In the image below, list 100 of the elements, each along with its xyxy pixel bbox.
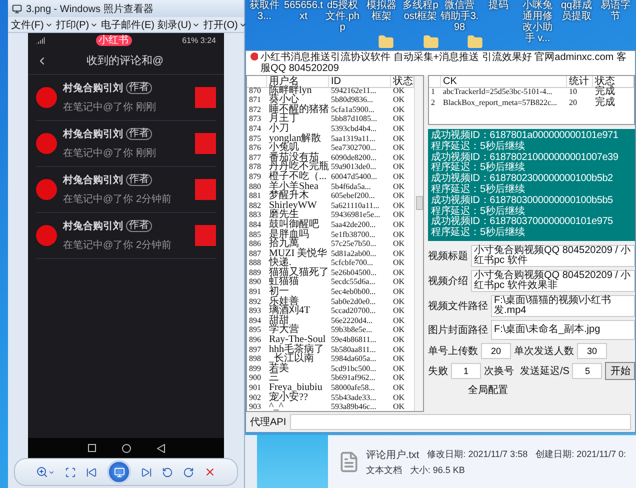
menu-item[interactable]: 刻录(U) bbox=[157, 18, 200, 32]
table-cell-text: 605ebef200... bbox=[330, 191, 376, 201]
table-cell-text: 5ea7302700... bbox=[330, 143, 378, 153]
desktop-icon-label[interactable]: 微信营销助手3.98 bbox=[440, 0, 479, 44]
table-cell-text: OK bbox=[392, 172, 406, 182]
table-cell-text: OK bbox=[392, 182, 406, 192]
table-cell-text: yonglan解散 bbox=[268, 134, 322, 144]
table-cell-text: 5cd91bc500... bbox=[330, 364, 378, 374]
table-cell-text: 5aa42de200... bbox=[330, 220, 377, 230]
table-cell-text: ShirleyWW bbox=[268, 200, 318, 210]
row-number: 871 bbox=[248, 95, 262, 105]
table-cell-text: 璃酒刈4T bbox=[268, 306, 312, 316]
log-line: 程序延迟：5秒后继续 bbox=[431, 228, 526, 239]
created-date: 创建日期: 2021/11/7 0: bbox=[536, 448, 626, 460]
desktop-icon-label[interactable]: 小咪兔通用修改小助手 v... bbox=[518, 0, 557, 44]
menu-item[interactable]: 电子邮件(E) bbox=[101, 18, 154, 32]
table-cell-text: 梦醒升木 bbox=[268, 191, 309, 201]
menu-item[interactable]: 打印(P) bbox=[56, 18, 98, 32]
table-cell-text: 5942162e11... bbox=[330, 86, 378, 96]
input-field[interactable]: F:\桌面\未命名_副本.jpg bbox=[491, 320, 636, 340]
field-label: 视频标题 bbox=[428, 250, 468, 263]
fit-button[interactable] bbox=[65, 466, 76, 478]
next-button[interactable] bbox=[141, 466, 152, 478]
input-field[interactable] bbox=[290, 414, 631, 430]
author-tag: 作者 bbox=[126, 82, 152, 94]
desktop-icon-label[interactable]: qq群成员提取 bbox=[557, 0, 596, 44]
monitor-icon bbox=[114, 466, 124, 478]
table-cell-text: 鼓叫御醒吧 bbox=[268, 220, 320, 230]
input-field[interactable]: 5 bbox=[572, 363, 602, 379]
table-cell-text: OK bbox=[392, 364, 406, 374]
table-cell-text: 5b4f6da5a... bbox=[330, 182, 372, 192]
table-cell-text: 小刀 bbox=[268, 124, 290, 134]
input-field[interactable]: 20 bbox=[481, 343, 511, 359]
author-tag: 作者 bbox=[126, 128, 152, 140]
modified-date: 修改日期: 2021/11/7 3:58 bbox=[427, 448, 528, 460]
table-cell-text: OK bbox=[392, 86, 406, 96]
table-cell-text: 完成 bbox=[594, 87, 616, 97]
row-number: 883 bbox=[248, 210, 262, 220]
table-cell-text: 三 bbox=[268, 373, 279, 383]
desktop-icon-label[interactable]: 565656.txt bbox=[284, 0, 323, 44]
input-field[interactable]: 小寸兔合购视频QQ 804520209 / 小红书pc 软件 bbox=[471, 245, 636, 267]
author-tag: 作者 bbox=[126, 220, 152, 232]
row-number: 903 bbox=[248, 402, 262, 412]
table-cell-text: abcTrackerId=25d5e3bc-5101-4... bbox=[442, 87, 554, 97]
slideshow-button[interactable] bbox=[107, 460, 131, 484]
table-cell-text: 5aa1319a11... bbox=[330, 134, 376, 144]
desktop-icon-label[interactable]: 提码 bbox=[479, 0, 518, 44]
table-cell-text: 5ab0e2d0e0... bbox=[330, 296, 377, 306]
table-cell-text: 橙子不吃（... bbox=[268, 172, 328, 182]
commenter-name: 村兔合购引刘 bbox=[63, 127, 123, 141]
row-number: 901 bbox=[248, 383, 262, 393]
row-number: 881 bbox=[248, 191, 262, 201]
rotate-left-icon bbox=[162, 466, 173, 478]
desktop-icon-label[interactable]: d5授权文件.php bbox=[323, 0, 362, 44]
menu-item[interactable]: 打开(O) bbox=[203, 18, 247, 32]
table-cell-text: 59e4b86811... bbox=[330, 335, 378, 345]
column-header: ID bbox=[329, 76, 391, 88]
table-cell-text: OK bbox=[392, 296, 406, 306]
caret-icon bbox=[48, 468, 55, 476]
table-cell-text: 5b580aa811... bbox=[330, 344, 377, 354]
folder-icon[interactable] bbox=[423, 34, 439, 50]
scroll-thumb[interactable] bbox=[416, 196, 422, 210]
input-field[interactable]: 1 bbox=[451, 363, 481, 379]
folder-icon[interactable] bbox=[467, 34, 483, 50]
input-field[interactable]: 小寸兔合购视频QQ 804520209 / 小红书pc 软件效果非 bbox=[471, 270, 636, 292]
field-label: 代理API bbox=[250, 416, 286, 429]
row-number: 2 bbox=[430, 98, 436, 108]
header-cell bbox=[247, 76, 267, 88]
rotate-left-button[interactable] bbox=[162, 466, 173, 478]
zoom-button[interactable] bbox=[36, 466, 55, 478]
field-label: 单号上传数 bbox=[428, 344, 478, 358]
table-cell-text: OK bbox=[392, 143, 406, 153]
start-button[interactable]: 开始 bbox=[605, 362, 636, 380]
row-number: 876 bbox=[248, 143, 262, 153]
table-cell-text: OK bbox=[392, 344, 406, 354]
table-cell-text: 5b691af962... bbox=[330, 373, 376, 383]
desktop-icon-label[interactable]: 获取件3... bbox=[245, 0, 284, 44]
table-cell-text: 57c25e7b50... bbox=[330, 239, 378, 249]
previous-button[interactable] bbox=[86, 466, 97, 478]
window-title: 小红书消息推送引流协议软件 自动采集+消息推送 引流效果好 官网adminxc.com 客服QQ 804520209 bbox=[260, 52, 628, 74]
delete-button[interactable] bbox=[204, 466, 216, 478]
table-cell-text: 拾九萬 bbox=[268, 239, 299, 249]
table-cell-text: 猫猫又猫死了 bbox=[268, 268, 329, 278]
table-cell-text: 快递. bbox=[268, 258, 292, 268]
rotate-right-button[interactable] bbox=[183, 466, 194, 478]
desktop-icon-label[interactable]: 多线程post框架 bbox=[401, 0, 440, 44]
folder-icon[interactable] bbox=[378, 34, 394, 50]
table-cell-text: OK bbox=[392, 392, 406, 402]
screen-title: 收到的评论和@ bbox=[85, 54, 165, 68]
rotate-right-icon bbox=[183, 466, 194, 478]
input-field[interactable]: 30 bbox=[577, 343, 607, 359]
row-number: 902 bbox=[248, 392, 262, 402]
menu-item[interactable]: 文件(F) bbox=[11, 18, 53, 32]
table-cell-text: 593a89b46c... bbox=[330, 402, 378, 412]
table-cell-text: OK bbox=[392, 316, 406, 326]
table-cell-text: 若美 bbox=[268, 364, 290, 374]
row-number: 870 bbox=[248, 86, 262, 96]
input-field[interactable]: F:\桌面\猫猫的视频\小红书发.mp4 bbox=[491, 295, 636, 317]
close-icon bbox=[204, 466, 216, 478]
table-cell-text: OK bbox=[392, 335, 406, 345]
